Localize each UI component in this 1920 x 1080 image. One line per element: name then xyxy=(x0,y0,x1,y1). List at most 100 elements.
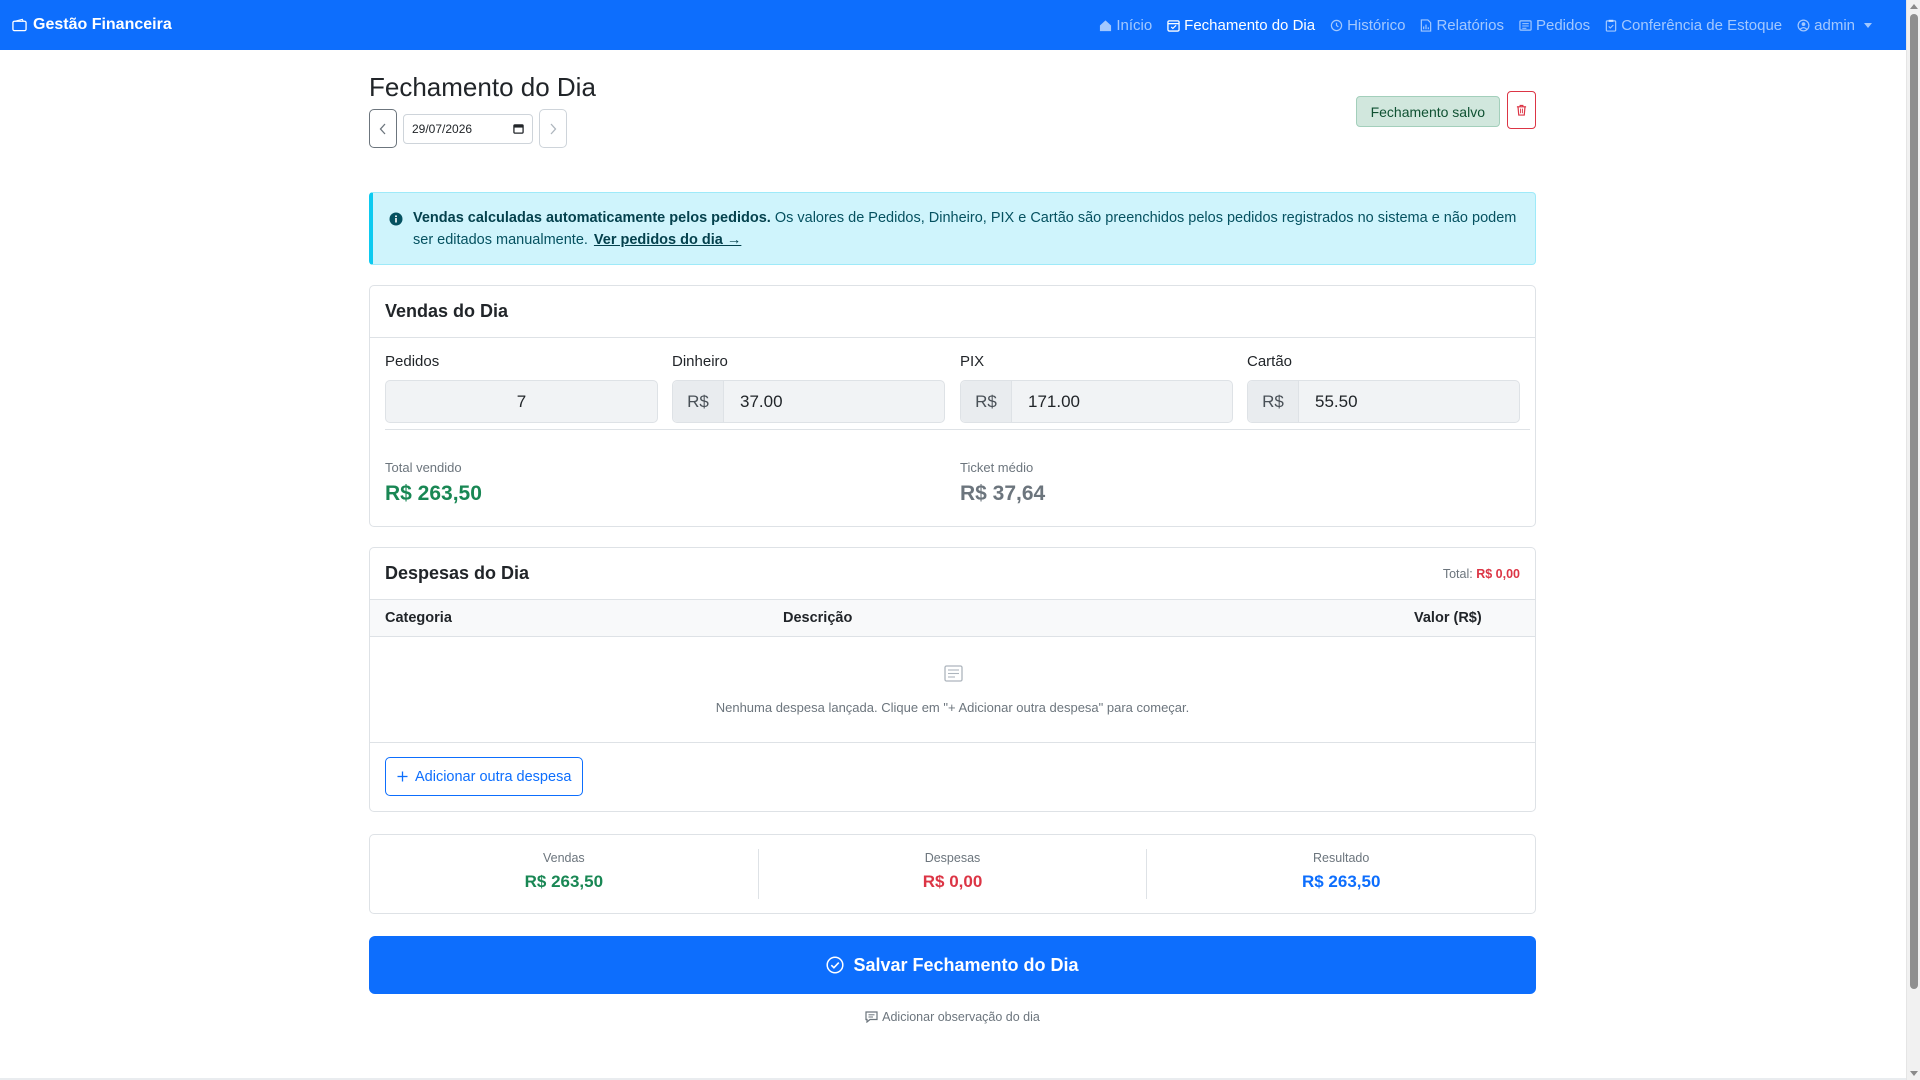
summary-expenses-value: R$ 0,00 xyxy=(922,872,983,891)
column-header-category: Categoria xyxy=(385,610,452,626)
card-value: 55.50 xyxy=(1315,391,1358,411)
pix-value: 171.00 xyxy=(1028,391,1080,411)
calendar-icon xyxy=(513,124,524,134)
nav-item-label: Início xyxy=(1116,16,1153,34)
expenses-total-value: R$ 0,00 xyxy=(1476,566,1520,581)
nav-item-fechamento[interactable]: Fechamento do Dia xyxy=(1167,17,1315,34)
nav-item-relatorios[interactable]: Relatórios xyxy=(1420,17,1504,34)
trash-icon xyxy=(1516,104,1527,116)
nav-item-label: Conferência de Estoque xyxy=(1621,16,1783,34)
nav-item-historico[interactable]: Histórico xyxy=(1330,17,1405,34)
sales-card: Vendas do Dia Pedidos 7 Dinheiro R$ 37.0… xyxy=(369,285,1536,527)
main-content: Fechamento do Dia 29/07/2026 Fechamento … xyxy=(369,50,1536,1024)
page-title: Fechamento do Dia xyxy=(369,72,596,102)
status-badge: Fechamento salvo xyxy=(1355,96,1500,127)
expenses-card-header: Despesas do Dia Total: R$ 0,00 xyxy=(370,548,1535,600)
receipt-icon xyxy=(1519,19,1532,31)
column-header-value: Valor (R$) xyxy=(1414,610,1482,626)
orders-value: 7 xyxy=(516,391,527,411)
currency-prefix: R$ xyxy=(1248,381,1299,422)
cash-field: Dinheiro R$ 37.00 xyxy=(672,353,945,423)
expenses-empty-state: Nenhuma despesa lançada. Clique em "+ Ad… xyxy=(370,637,1535,743)
orders-input: 7 xyxy=(385,380,658,423)
save-closing-button[interactable]: Salvar Fechamento do Dia xyxy=(369,936,1536,994)
summary-result-value: R$ 263,50 xyxy=(1301,872,1381,891)
scroll-down-arrow-icon[interactable] xyxy=(1910,1071,1918,1076)
cash-label: Dinheiro xyxy=(672,353,728,370)
previous-day-button[interactable] xyxy=(369,109,397,148)
expenses-total-label: Total: xyxy=(1442,566,1473,581)
summary-sales-label: Vendas xyxy=(542,851,585,865)
file-report-icon xyxy=(1421,18,1432,32)
delete-button[interactable] xyxy=(1507,91,1536,129)
divider xyxy=(385,429,1530,430)
add-expense-button[interactable]: Adicionar outra despesa xyxy=(385,757,584,796)
receipt-icon xyxy=(944,665,963,682)
cash-input: R$ 37.00 xyxy=(672,380,945,423)
user-menu[interactable]: admin xyxy=(1797,17,1872,34)
summary-sales: Vendas R$ 263,50 xyxy=(370,849,758,899)
orders-field: Pedidos 7 xyxy=(385,353,658,423)
clock-history-icon xyxy=(1330,19,1343,31)
total-sold-label: Total vendido xyxy=(385,460,462,475)
nav-item-conferencia[interactable]: Conferência de Estoque xyxy=(1605,17,1782,34)
calendar-check-icon xyxy=(1167,19,1180,32)
wallet-icon xyxy=(12,18,27,32)
add-expense-area: Adicionar outra despesa xyxy=(370,743,1535,811)
empty-state-text: Nenhuma despesa lançada. Clique em "+ Ad… xyxy=(715,700,1190,715)
orders-label: Pedidos xyxy=(385,353,440,370)
add-observation-label: Adicionar observação do dia xyxy=(882,1010,1040,1024)
top-navbar: Gestão Financeira Início Fechamento do D… xyxy=(0,0,1906,50)
expenses-card-title: Despesas do Dia xyxy=(385,563,530,583)
check-circle-icon xyxy=(826,956,845,974)
average-ticket-label: Ticket médio xyxy=(960,460,1034,475)
info-alert: Vendas calculadas automaticamente pelos … xyxy=(369,192,1536,265)
view-orders-link[interactable]: Ver pedidos do dia → xyxy=(594,232,741,248)
summary-result: Resultado R$ 263,50 xyxy=(1146,849,1535,899)
expenses-card: Despesas do Dia Total: R$ 0,00 Categoria… xyxy=(369,547,1536,812)
scroll-thumb[interactable] xyxy=(1910,14,1918,989)
user-name: admin xyxy=(1814,16,1855,34)
column-header-description: Descrição xyxy=(783,610,853,626)
brand-label: Gestão Financeira xyxy=(33,16,172,33)
card-input: R$ 55.50 xyxy=(1247,380,1520,423)
date-input[interactable]: 29/07/2026 xyxy=(403,113,533,144)
house-icon xyxy=(1100,19,1112,31)
nav-item-inicio[interactable]: Início xyxy=(1099,17,1152,34)
date-value: 29/07/2026 xyxy=(412,121,473,136)
chevron-down-icon xyxy=(1864,22,1872,28)
alert-title: Vendas calculadas automaticamente pelos … xyxy=(413,210,771,226)
currency-prefix: R$ xyxy=(673,381,724,422)
next-day-button[interactable] xyxy=(539,109,567,148)
total-sold-value: R$ 263,50 xyxy=(385,482,482,505)
chevron-left-icon xyxy=(379,123,386,134)
chat-square-icon xyxy=(865,1011,878,1023)
cash-value: 37.00 xyxy=(740,391,783,411)
card-label: Cartão xyxy=(1247,353,1293,370)
pix-label: PIX xyxy=(960,353,985,370)
brand[interactable]: Gestão Financeira xyxy=(12,16,172,34)
nav-item-pedidos[interactable]: Pedidos xyxy=(1519,17,1590,34)
scroll-up-arrow-icon[interactable] xyxy=(1910,4,1918,9)
page-header: Fechamento do Dia 29/07/2026 Fechamento … xyxy=(369,50,1536,170)
average-ticket-value: R$ 37,64 xyxy=(960,482,1046,505)
user-circle-icon xyxy=(1797,19,1810,31)
pix-input: R$ 171.00 xyxy=(960,380,1233,423)
summary-result-label: Resultado xyxy=(1313,851,1370,865)
vertical-scrollbar[interactable] xyxy=(1906,0,1920,1080)
card-field: Cartão R$ 55.50 xyxy=(1247,353,1520,423)
sales-card-title: Vendas do Dia xyxy=(385,301,509,321)
clipboard-check-icon xyxy=(1605,19,1617,32)
nav-item-label: Histórico xyxy=(1347,16,1406,34)
nav-item-label: Relatórios xyxy=(1436,16,1504,34)
summary-expenses: Despesas R$ 0,00 xyxy=(757,849,1147,899)
nav-item-label: Fechamento do Dia xyxy=(1184,16,1316,34)
summary-expenses-label: Despesas xyxy=(924,851,981,865)
summary-card: Vendas R$ 263,50 Despesas R$ 0,00 Result… xyxy=(369,834,1536,914)
summary-sales-value: R$ 263,50 xyxy=(524,872,604,891)
add-observation-link[interactable]: Adicionar observação do dia xyxy=(369,1010,1536,1024)
add-expense-label: Adicionar outra despesa xyxy=(415,768,572,785)
save-closing-label: Salvar Fechamento do Dia xyxy=(853,954,1079,975)
sales-card-header: Vendas do Dia xyxy=(370,286,1535,338)
nav-links: Início Fechamento do Dia Histórico Relat… xyxy=(1099,17,1872,34)
